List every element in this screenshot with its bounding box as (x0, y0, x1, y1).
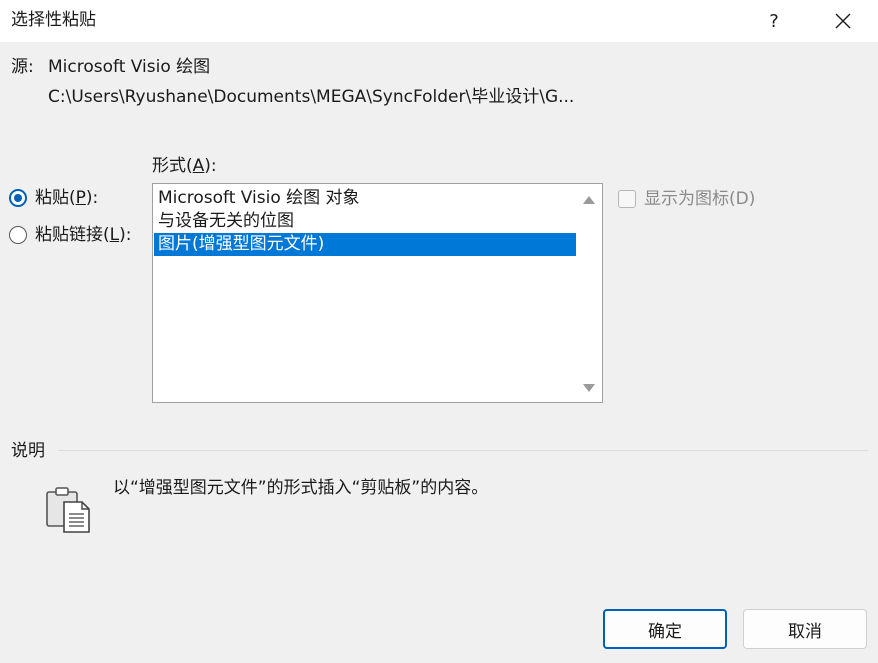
source-name: Microsoft Visio 绘图 (48, 57, 211, 77)
paste-link-radio[interactable]: 粘贴链接(L): (9, 224, 132, 246)
radio-selected-icon (9, 189, 27, 207)
paste-link-radio-label: 粘贴链接(L): (35, 225, 132, 245)
help-button[interactable]: ? (752, 0, 796, 42)
description-divider (58, 450, 868, 451)
paste-special-dialog: 选择性粘贴 ? 源: Microsoft Visio 绘图 C:\Users\R… (0, 0, 878, 663)
source-path: C:\Users\Ryushane\Documents\MEGA\SyncFol… (48, 87, 575, 107)
clipboard-icon (46, 487, 90, 533)
format-listbox[interactable]: Microsoft Visio 绘图 对象 与设备无关的位图 图片(增强型图元文… (152, 183, 603, 403)
source-label: 源: (11, 57, 34, 77)
list-item-selected[interactable]: 图片(增强型图元文件) (154, 233, 576, 256)
list-item[interactable]: 与设备无关的位图 (154, 210, 576, 233)
scroll-down-button[interactable] (582, 381, 596, 395)
title-bar: 选择性粘贴 ? (0, 0, 878, 42)
ok-button[interactable]: 确定 (603, 609, 727, 649)
cancel-button[interactable]: 取消 (743, 609, 867, 649)
close-button[interactable] (820, 0, 866, 42)
radio-unselected-icon (9, 226, 27, 244)
format-label: 形式(A): (152, 156, 217, 176)
paste-radio[interactable]: 粘贴(P): (9, 187, 98, 209)
display-as-icon-label: 显示为图标(D) (644, 189, 756, 209)
scroll-up-button[interactable] (582, 193, 596, 207)
list-item[interactable]: Microsoft Visio 绘图 对象 (154, 187, 576, 210)
triangle-up-icon (583, 196, 595, 204)
paste-radio-label: 粘贴(P): (35, 188, 99, 208)
description-text: 以“增强型图元文件”的形式插入“剪贴板”的内容。 (113, 478, 489, 498)
help-icon: ? (769, 10, 779, 32)
checkbox-icon (618, 190, 636, 208)
triangle-down-icon (583, 384, 595, 392)
dialog-title: 选择性粘贴 (11, 10, 96, 30)
close-icon (835, 13, 851, 29)
display-as-icon-checkbox[interactable]: 显示为图标(D) (618, 188, 755, 210)
description-label: 说明 (11, 441, 45, 461)
